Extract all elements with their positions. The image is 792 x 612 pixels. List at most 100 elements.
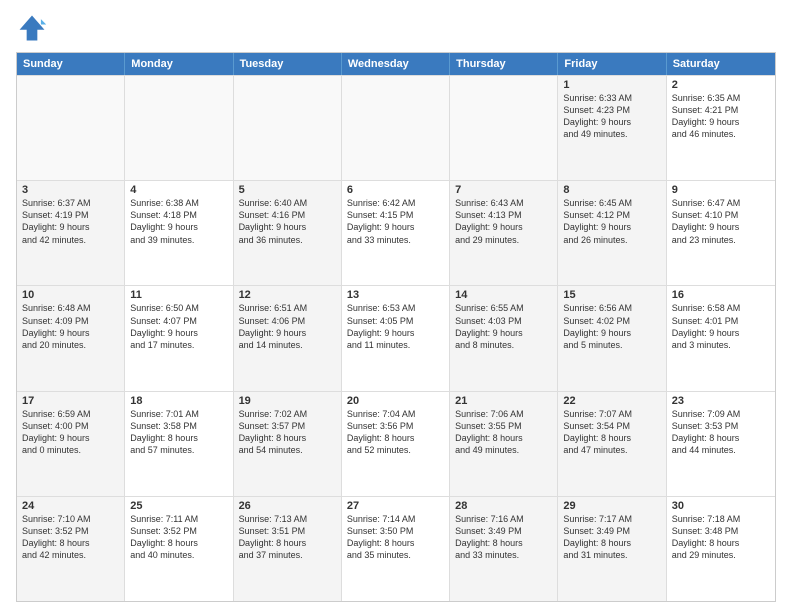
day-number: 29 [563, 500, 660, 512]
cal-cell-empty-4 [450, 76, 558, 180]
calendar: SundayMondayTuesdayWednesdayThursdayFrid… [16, 52, 776, 602]
cal-cell-18: 18Sunrise: 7:01 AMSunset: 3:58 PMDayligh… [125, 392, 233, 496]
cal-cell-empty-2 [234, 76, 342, 180]
calendar-body: 1Sunrise: 6:33 AMSunset: 4:23 PMDaylight… [17, 75, 775, 601]
day-number: 12 [239, 289, 336, 301]
header-day-monday: Monday [125, 53, 233, 75]
cell-line: Sunrise: 7:10 AM [22, 513, 119, 525]
day-number: 1 [563, 79, 660, 91]
cal-cell-29: 29Sunrise: 7:17 AMSunset: 3:49 PMDayligh… [558, 497, 666, 601]
cell-line: Sunrise: 6:37 AM [22, 197, 119, 209]
cell-line: Sunset: 4:21 PM [672, 104, 770, 116]
cell-line: Daylight: 8 hours [130, 537, 227, 549]
cell-line: Sunrise: 6:33 AM [563, 92, 660, 104]
cell-line: and 42 minutes. [22, 234, 119, 246]
day-number: 28 [455, 500, 552, 512]
cal-cell-17: 17Sunrise: 6:59 AMSunset: 4:00 PMDayligh… [17, 392, 125, 496]
logo-icon [16, 12, 48, 44]
cell-line: Sunset: 4:05 PM [347, 315, 444, 327]
cal-cell-9: 9Sunrise: 6:47 AMSunset: 4:10 PMDaylight… [667, 181, 775, 285]
cell-line: Sunrise: 6:53 AM [347, 302, 444, 314]
cell-line: Sunset: 3:49 PM [563, 525, 660, 537]
cal-cell-20: 20Sunrise: 7:04 AMSunset: 3:56 PMDayligh… [342, 392, 450, 496]
cell-line: and 49 minutes. [455, 444, 552, 456]
cell-line: Sunset: 3:50 PM [347, 525, 444, 537]
cell-line: Daylight: 9 hours [455, 221, 552, 233]
cell-line: and 0 minutes. [22, 444, 119, 456]
header-day-sunday: Sunday [17, 53, 125, 75]
cell-line: Sunrise: 6:43 AM [455, 197, 552, 209]
day-number: 21 [455, 395, 552, 407]
cal-cell-14: 14Sunrise: 6:55 AMSunset: 4:03 PMDayligh… [450, 286, 558, 390]
cell-line: and 35 minutes. [347, 549, 444, 561]
cal-cell-21: 21Sunrise: 7:06 AMSunset: 3:55 PMDayligh… [450, 392, 558, 496]
cell-line: and 42 minutes. [22, 549, 119, 561]
cell-line: Sunset: 4:23 PM [563, 104, 660, 116]
day-number: 23 [672, 395, 770, 407]
cell-line: Sunrise: 7:14 AM [347, 513, 444, 525]
cal-cell-24: 24Sunrise: 7:10 AMSunset: 3:52 PMDayligh… [17, 497, 125, 601]
day-number: 5 [239, 184, 336, 196]
cell-line: Sunset: 4:09 PM [22, 315, 119, 327]
day-number: 19 [239, 395, 336, 407]
cell-line: Sunset: 3:52 PM [130, 525, 227, 537]
cell-line: and 54 minutes. [239, 444, 336, 456]
cell-line: Daylight: 8 hours [239, 432, 336, 444]
logo [16, 12, 52, 44]
cell-line: Sunrise: 7:01 AM [130, 408, 227, 420]
cell-line: Sunrise: 6:48 AM [22, 302, 119, 314]
cell-line: and 52 minutes. [347, 444, 444, 456]
cell-line: Sunrise: 7:09 AM [672, 408, 770, 420]
cell-line: and 14 minutes. [239, 339, 336, 351]
day-number: 22 [563, 395, 660, 407]
week-row-4: 17Sunrise: 6:59 AMSunset: 4:00 PMDayligh… [17, 391, 775, 496]
header-day-saturday: Saturday [667, 53, 775, 75]
cal-cell-11: 11Sunrise: 6:50 AMSunset: 4:07 PMDayligh… [125, 286, 233, 390]
day-number: 4 [130, 184, 227, 196]
day-number: 24 [22, 500, 119, 512]
cell-line: Sunset: 4:16 PM [239, 209, 336, 221]
cell-line: Daylight: 9 hours [455, 327, 552, 339]
cell-line: Sunset: 4:19 PM [22, 209, 119, 221]
cell-line: Daylight: 8 hours [672, 537, 770, 549]
cal-cell-16: 16Sunrise: 6:58 AMSunset: 4:01 PMDayligh… [667, 286, 775, 390]
cell-line: Daylight: 8 hours [672, 432, 770, 444]
day-number: 26 [239, 500, 336, 512]
cell-line: Sunset: 4:03 PM [455, 315, 552, 327]
cell-line: and 36 minutes. [239, 234, 336, 246]
cal-cell-empty-3 [342, 76, 450, 180]
cell-line: and 57 minutes. [130, 444, 227, 456]
header [16, 12, 776, 44]
cell-line: Sunset: 3:57 PM [239, 420, 336, 432]
cal-cell-7: 7Sunrise: 6:43 AMSunset: 4:13 PMDaylight… [450, 181, 558, 285]
day-number: 13 [347, 289, 444, 301]
cell-line: Daylight: 9 hours [239, 221, 336, 233]
cell-line: Sunset: 4:15 PM [347, 209, 444, 221]
cell-line: Daylight: 9 hours [672, 221, 770, 233]
cell-line: Sunrise: 7:18 AM [672, 513, 770, 525]
cell-line: and 11 minutes. [347, 339, 444, 351]
cell-line: Sunset: 3:53 PM [672, 420, 770, 432]
day-number: 2 [672, 79, 770, 91]
cell-line: and 37 minutes. [239, 549, 336, 561]
cell-line: Sunrise: 6:42 AM [347, 197, 444, 209]
cell-line: and 3 minutes. [672, 339, 770, 351]
cell-line: and 49 minutes. [563, 128, 660, 140]
page: SundayMondayTuesdayWednesdayThursdayFrid… [0, 0, 792, 612]
cal-cell-28: 28Sunrise: 7:16 AMSunset: 3:49 PMDayligh… [450, 497, 558, 601]
cal-cell-10: 10Sunrise: 6:48 AMSunset: 4:09 PMDayligh… [17, 286, 125, 390]
cell-line: Sunrise: 6:35 AM [672, 92, 770, 104]
cell-line: Daylight: 9 hours [130, 327, 227, 339]
cell-line: Daylight: 9 hours [563, 116, 660, 128]
cal-cell-13: 13Sunrise: 6:53 AMSunset: 4:05 PMDayligh… [342, 286, 450, 390]
day-number: 16 [672, 289, 770, 301]
cell-line: and 33 minutes. [455, 549, 552, 561]
cell-line: and 26 minutes. [563, 234, 660, 246]
cell-line: Sunrise: 7:16 AM [455, 513, 552, 525]
cell-line: Sunset: 4:18 PM [130, 209, 227, 221]
day-number: 3 [22, 184, 119, 196]
cell-line: Sunrise: 6:45 AM [563, 197, 660, 209]
day-number: 18 [130, 395, 227, 407]
cell-line: Daylight: 8 hours [563, 537, 660, 549]
cal-cell-19: 19Sunrise: 7:02 AMSunset: 3:57 PMDayligh… [234, 392, 342, 496]
